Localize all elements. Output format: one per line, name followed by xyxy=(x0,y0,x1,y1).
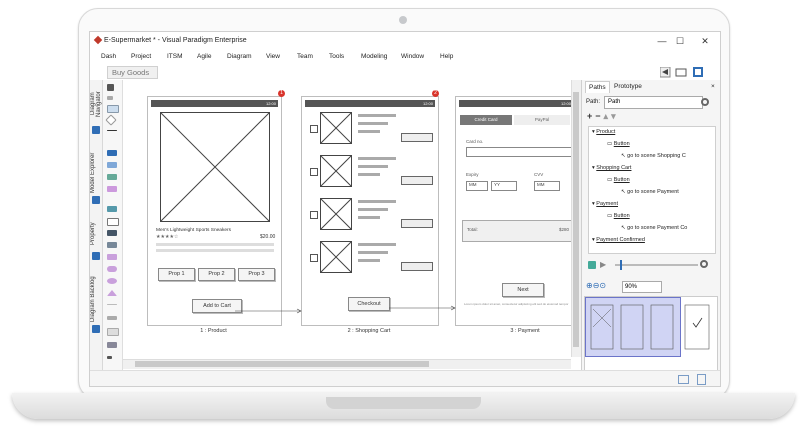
triangle-icon[interactable] xyxy=(107,290,117,296)
app-logo-icon xyxy=(93,35,103,45)
backlog-icon xyxy=(92,325,100,333)
flow-arrows xyxy=(235,305,456,314)
slideshow-icon[interactable] xyxy=(588,261,596,269)
gear-icon[interactable] xyxy=(701,98,709,106)
move-down-icon[interactable]: ▾ xyxy=(611,111,619,121)
oval-icon[interactable] xyxy=(107,266,117,272)
tree-item-button[interactable]: ▭ Button xyxy=(607,213,630,219)
table-icon[interactable] xyxy=(107,186,117,192)
breadcrumb-bar: Buy Goods xyxy=(90,64,720,81)
menu-bar: Dash Project ITSM Agile Diagram View Tea… xyxy=(90,50,720,64)
scroll-thumb[interactable] xyxy=(573,92,579,347)
tree-item-button[interactable]: ▭ Button xyxy=(607,177,630,183)
selector-icon[interactable] xyxy=(107,84,114,91)
diagram-palette xyxy=(103,80,123,370)
screen-icon[interactable] xyxy=(107,150,117,156)
laptop-notch xyxy=(326,397,481,409)
title-bar: E-Supermarket * - Visual Paradigm Enterp… xyxy=(90,32,720,50)
connector-icon[interactable] xyxy=(107,130,117,131)
tab-diagram-navigator[interactable]: Diagram Navigator xyxy=(90,82,102,126)
minimize-button[interactable]: — xyxy=(655,34,669,48)
path-label: Path: xyxy=(586,99,601,105)
menu-agile[interactable]: Agile xyxy=(197,53,211,60)
shape-icon[interactable] xyxy=(107,254,117,260)
menu-view[interactable]: View xyxy=(266,53,280,60)
diamond-icon[interactable] xyxy=(105,114,117,126)
tree-item-payment[interactable]: ▾ Payment xyxy=(592,201,618,207)
menu-help[interactable]: Help xyxy=(440,53,453,60)
misc-icon[interactable] xyxy=(107,342,117,348)
playback-slider[interactable] xyxy=(615,264,698,266)
circle-icon[interactable] xyxy=(107,278,117,284)
explorer-icon xyxy=(92,196,100,204)
panel-icon[interactable] xyxy=(107,206,117,212)
window-title: E-Supermarket * - Visual Paradigm Enterp… xyxy=(104,37,247,44)
side-tabs: Diagram Navigator Model Explorer Propert… xyxy=(90,80,103,370)
slider-thumb[interactable] xyxy=(620,260,622,270)
menu-dash[interactable]: Dash xyxy=(101,53,116,60)
path-tree: ▾ Product ▭ Button ↖ go to scene Shoppin… xyxy=(588,126,716,254)
zoom-select[interactable]: 90% xyxy=(622,281,662,293)
tree-item-product[interactable]: ▾ Product xyxy=(592,129,615,135)
menu-team[interactable]: Team xyxy=(297,53,313,60)
move-up-icon[interactable]: ▴ xyxy=(604,111,612,121)
layout-icon xyxy=(675,68,687,77)
tab-paths[interactable]: Paths xyxy=(585,81,610,93)
tab-prototype[interactable]: Prototype xyxy=(611,81,645,92)
tab-property[interactable]: Property xyxy=(90,218,102,250)
breadcrumb[interactable]: Buy Goods xyxy=(107,66,159,79)
app-window: E-Supermarket * - Visual Paradigm Enterp… xyxy=(89,31,721,387)
textbox-icon[interactable] xyxy=(107,218,119,226)
diagram-canvas[interactable]: 12:00 Men's Lightweight Sports Sneakers … xyxy=(123,80,580,370)
paths-panel: Paths Prototype × Path: Path +−▴▾ ▾ Prod… xyxy=(581,80,720,382)
settings-icon[interactable] xyxy=(700,260,708,268)
window-icon[interactable] xyxy=(107,162,117,168)
frame-icon[interactable] xyxy=(107,105,119,113)
property-icon xyxy=(92,252,100,260)
menu-window[interactable]: Window xyxy=(401,53,424,60)
remove-icon[interactable]: − xyxy=(595,111,603,121)
menu-modeling[interactable]: Modeling xyxy=(361,53,387,60)
panel-close-icon[interactable]: × xyxy=(708,81,718,92)
menu-itsm[interactable]: ITSM xyxy=(167,53,183,60)
expand-down-icon[interactable] xyxy=(107,356,112,359)
menu-project[interactable]: Project xyxy=(131,53,151,60)
status-bar xyxy=(90,370,720,386)
note-icon[interactable] xyxy=(107,328,119,336)
tree-item-payment-confirmed[interactable]: ▾ Payment Confirmed xyxy=(592,237,645,243)
divider-icon[interactable] xyxy=(107,316,117,320)
camera-icon xyxy=(399,16,407,24)
zoom-in-icon[interactable]: ⊕ xyxy=(586,281,593,290)
zoom-fit-icon[interactable]: ⊙ xyxy=(599,281,606,290)
overview-thumbnails xyxy=(590,304,710,350)
tree-item-goto[interactable]: ↖ go to scene Payment xyxy=(621,189,679,195)
document-icon[interactable] xyxy=(697,374,706,385)
menu-tools[interactable]: Tools xyxy=(329,53,344,60)
vertical-scrollbar[interactable] xyxy=(571,80,581,357)
close-button[interactable]: ✕ xyxy=(698,34,712,48)
play-icon[interactable]: ▶ xyxy=(600,260,606,269)
tab-model-explorer[interactable]: Model Explorer xyxy=(90,152,102,194)
tree-item-button[interactable]: ▭ Button xyxy=(607,141,630,147)
maximize-button[interactable]: ☐ xyxy=(673,34,687,48)
menu-diagram[interactable]: Diagram xyxy=(227,53,252,60)
mail-icon[interactable] xyxy=(678,375,689,384)
horizontal-scrollbar[interactable] xyxy=(123,359,571,369)
path-toolbar: +−▴▾ xyxy=(587,111,619,122)
tree-item-shopping-cart[interactable]: ▾ Shopping Cart xyxy=(592,165,631,171)
tree-item-goto[interactable]: ↖ go to scene Shopping C xyxy=(621,153,686,159)
image-icon[interactable] xyxy=(107,174,117,180)
tree-item-goto[interactable]: ↖ go to scene Payment Co xyxy=(621,225,687,231)
path-select[interactable]: Path xyxy=(604,96,703,109)
zoom-controls: ⊕⊖⊙ xyxy=(586,281,606,290)
toolbar-icons xyxy=(660,67,703,78)
navigator-icon xyxy=(92,126,100,134)
camera-widget-icon[interactable] xyxy=(107,230,117,236)
arrow-up-icon[interactable] xyxy=(107,96,113,100)
scroll-thumb[interactable] xyxy=(135,361,429,367)
media-icon[interactable] xyxy=(107,242,117,248)
tab-diagram-backlog[interactable]: Diagram Backlog xyxy=(90,276,102,322)
line-icon[interactable] xyxy=(107,304,117,305)
